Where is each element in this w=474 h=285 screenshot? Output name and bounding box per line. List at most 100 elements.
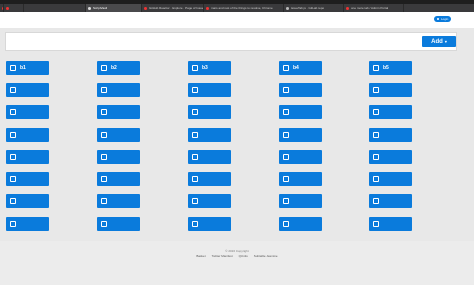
bucket-button[interactable] (188, 217, 231, 231)
checkbox[interactable] (373, 176, 379, 182)
checkbox[interactable] (101, 132, 107, 138)
checkbox[interactable] (373, 109, 379, 115)
bucket-button[interactable] (279, 83, 322, 97)
bucket-button[interactable] (279, 128, 322, 142)
checkbox[interactable] (373, 132, 379, 138)
checkbox[interactable] (283, 154, 289, 160)
browser-tab[interactable] (4, 4, 24, 12)
bucket-button[interactable] (6, 217, 49, 231)
checkbox[interactable] (10, 109, 16, 115)
checkbox[interactable] (192, 87, 198, 93)
checkbox[interactable] (10, 65, 16, 71)
tab-title: issueTab.js · GitLab repo (291, 6, 325, 10)
bucket-button[interactable]: b3 (188, 61, 231, 75)
checkbox[interactable] (10, 221, 16, 227)
bucket-button[interactable] (97, 128, 140, 142)
browser-tab[interactable]: one more tab / Admin Portal (344, 4, 404, 12)
checkbox[interactable] (283, 109, 289, 115)
checkbox[interactable] (192, 176, 198, 182)
checkbox[interactable] (192, 221, 198, 227)
bucket-button[interactable] (279, 194, 322, 208)
checkbox[interactable] (192, 154, 198, 160)
checkbox[interactable] (373, 198, 379, 204)
add-button[interactable]: Add ▾ (422, 36, 456, 47)
bucket-button[interactable] (279, 217, 322, 231)
checkbox[interactable] (192, 65, 198, 71)
bucket-button[interactable] (6, 83, 49, 97)
bucket-button[interactable] (279, 105, 322, 119)
checkbox[interactable] (101, 198, 107, 204)
bucket-button[interactable] (6, 128, 49, 142)
bucket-button[interactable] (188, 150, 231, 164)
bucket-button[interactable] (97, 172, 140, 186)
footer-link[interactable]: Subtable Jasmine (254, 254, 278, 258)
checkbox[interactable] (373, 65, 379, 71)
footer-link[interactable]: Twitter Manifest (212, 254, 233, 258)
checkbox[interactable] (283, 176, 289, 182)
footer-link[interactable]: QUnits (239, 254, 248, 258)
checkbox[interactable] (101, 221, 107, 227)
browser-tab[interactable] (24, 4, 86, 12)
bucket-button[interactable] (97, 105, 140, 119)
bucket-button[interactable]: b4 (279, 61, 322, 75)
bucket-button[interactable] (188, 194, 231, 208)
checkbox[interactable] (101, 65, 107, 71)
tab-favicon-icon (286, 6, 289, 10)
checkbox[interactable] (10, 154, 16, 160)
bucket-button[interactable] (279, 150, 322, 164)
bucket-button[interactable] (369, 172, 412, 186)
checkbox[interactable] (283, 221, 289, 227)
bucket-button[interactable] (97, 150, 140, 164)
checkbox[interactable] (192, 132, 198, 138)
checkbox[interactable] (101, 176, 107, 182)
checkbox[interactable] (373, 87, 379, 93)
bucket-button[interactable] (188, 128, 231, 142)
bucket-button[interactable] (6, 150, 49, 164)
checkbox[interactable] (283, 65, 289, 71)
bucket-button[interactable]: b1 (6, 61, 49, 75)
checkbox[interactable] (192, 109, 198, 115)
bucket-button[interactable] (279, 172, 322, 186)
browser-tab-active[interactable]: ScriptVault (86, 4, 142, 12)
checkbox[interactable] (373, 154, 379, 160)
checkbox[interactable] (192, 198, 198, 204)
bucket-button[interactable] (97, 217, 140, 231)
bucket-button[interactable] (369, 217, 412, 231)
checkbox[interactable] (101, 87, 107, 93)
checkbox[interactable] (10, 176, 16, 182)
checkbox[interactable] (10, 132, 16, 138)
footer-link[interactable]: Basket (196, 254, 205, 258)
tab-title: one more tab / Admin Portal (351, 6, 389, 10)
login-button[interactable]: Login (434, 16, 452, 22)
bucket-button[interactable] (369, 128, 412, 142)
bucket-button[interactable] (369, 150, 412, 164)
bucket-button[interactable]: b2 (97, 61, 140, 75)
bucket-button[interactable] (188, 172, 231, 186)
browser-tab[interactable]: mars and rest of the things to resolve, … (204, 4, 284, 12)
bucket-button[interactable] (369, 194, 412, 208)
bucket-button[interactable] (369, 105, 412, 119)
checkbox[interactable] (283, 87, 289, 93)
bucket-button[interactable] (97, 83, 140, 97)
checkbox[interactable] (10, 198, 16, 204)
bucket-button[interactable] (6, 105, 49, 119)
browser-tab[interactable]: GitHub Reactor · Explore · Page of Issue… (142, 4, 204, 12)
tab-favicon-icon (88, 6, 91, 10)
checkbox[interactable] (10, 87, 16, 93)
checkbox[interactable] (101, 109, 107, 115)
bucket-button[interactable] (6, 194, 49, 208)
bucket-button[interactable] (97, 194, 140, 208)
checkbox[interactable] (373, 221, 379, 227)
bucket-button[interactable]: b5 (369, 61, 412, 75)
browser-tab[interactable]: issueTab.js · GitLab repo (284, 4, 344, 12)
bucket-button[interactable] (188, 105, 231, 119)
footer-links: Basket Twitter Manifest QUnits Subtable … (0, 254, 474, 258)
browser-tab-strip: ScriptVault GitHub Reactor · Explore · P… (0, 4, 474, 12)
bucket-button[interactable] (188, 83, 231, 97)
checkbox[interactable] (101, 154, 107, 160)
bucket-button[interactable] (6, 172, 49, 186)
footer (0, 241, 474, 285)
bucket-button[interactable] (369, 83, 412, 97)
checkbox[interactable] (283, 132, 289, 138)
checkbox[interactable] (283, 198, 289, 204)
